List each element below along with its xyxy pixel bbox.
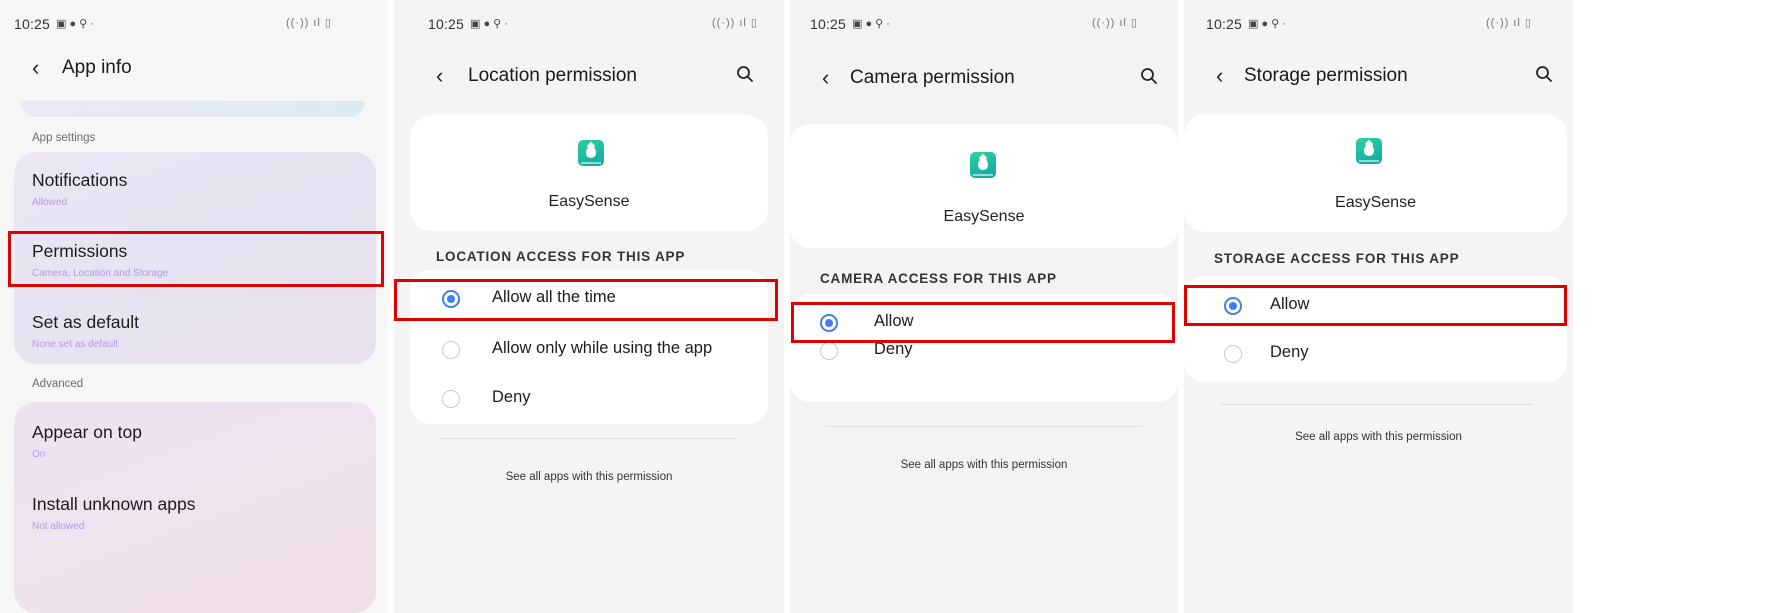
signal-icon: ((·)) ıl ▯ [1092,17,1138,29]
settings-item-notifications[interactable]: Notifications Allowed [32,170,127,208]
back-chevron-icon[interactable]: ‹ [822,64,829,92]
status-bar: 10:25 ▣ ● ⚲ · ((·)) ıl ▯ [1184,16,1573,36]
page-title: Location permission [468,65,637,86]
app-name: EasySense [548,193,630,210]
settings-item-install-unknown-apps[interactable]: Install unknown apps Not allowed [32,494,195,532]
signal-icon: ((·)) ıl ▯ [1486,17,1532,29]
item-title: Notifications [32,170,128,190]
item-title: Set as default [32,312,140,332]
see-all-apps-link[interactable]: See all apps with this permission [1184,431,1573,443]
section-app-settings: App settings [32,132,96,144]
easysense-app-icon [1356,138,1382,164]
status-notification-icons: ▣ ● ⚲ · [1248,18,1286,30]
option-label: Deny [492,388,531,406]
section-advanced: Advanced [32,378,84,390]
radio-unselected-icon[interactable] [442,341,460,359]
divider [440,438,738,439]
status-notification-icons: ▣ ● ⚲ · [470,18,508,30]
easysense-app-icon [970,152,996,178]
storage-header: ‹ Storage permission [1184,62,1573,92]
back-chevron-icon[interactable]: ‹ [1216,62,1223,90]
search-icon[interactable] [1535,65,1553,83]
option-label: Allow only while using the app [492,339,713,357]
location-header: ‹ Location permission [394,62,784,92]
settings-item-set-as-default[interactable]: Set as default None set as default [32,312,139,350]
search-icon[interactable] [1140,67,1158,85]
status-time: 10:25 [1206,16,1243,32]
option-deny[interactable]: Deny [394,384,784,414]
highlight-permissions [8,231,384,287]
item-subtitle: Allowed [32,197,68,208]
app-header-card: EasySense [1184,114,1567,232]
camera-header: ‹ Camera permission [790,64,1178,94]
app-header-card: EasySense [790,124,1178,248]
previous-card-edge [20,101,365,117]
radio-unselected-icon[interactable] [820,342,838,360]
item-subtitle: None set as default [32,339,119,350]
option-deny[interactable]: Deny [1184,339,1573,369]
signal-icon: ((·)) ıl ▯ [286,17,332,29]
status-bar: 10:25 ▣ ● ⚲ · ((·)) ıl ▯ [790,16,1178,36]
easysense-app-icon [578,140,604,166]
storage-permission-screen: 10:25 ▣ ● ⚲ · ((·)) ıl ▯ ‹ Storage permi… [1184,0,1573,613]
signal-icon: ((·)) ıl ▯ [712,17,758,29]
page-title: Camera permission [850,67,1015,88]
divider [826,426,1142,427]
access-header: STORAGE ACCESS FOR THIS APP [1214,251,1460,266]
access-header: LOCATION ACCESS FOR THIS APP [436,249,686,264]
item-subtitle: On [32,449,46,460]
location-permission-screen: 10:25 ▣ ● ⚲ · ((·)) ıl ▯ ‹ Location perm… [394,0,784,613]
radio-unselected-icon[interactable] [1224,345,1242,363]
page-title: App info [62,57,132,78]
app-header-card: EasySense [410,115,768,231]
highlight-allow-all-the-time [394,279,778,321]
back-chevron-icon[interactable]: ‹ [436,62,443,90]
search-icon[interactable] [736,65,754,83]
app-info-header: ‹ App info [0,54,388,84]
status-notification-icons: ▣ ● ⚲ · [56,18,94,30]
camera-permission-screen: 10:25 ▣ ● ⚲ · ((·)) ıl ▯ ‹ Camera permis… [790,0,1178,613]
highlight-allow [1184,285,1567,326]
option-label: Deny [1270,343,1309,361]
access-header: CAMERA ACCESS FOR THIS APP [820,271,1057,286]
status-time: 10:25 [428,16,465,32]
settings-item-appear-on-top[interactable]: Appear on top On [32,422,142,460]
highlight-allow [791,302,1175,343]
divider [1220,404,1533,405]
item-title: Install unknown apps [32,494,196,514]
status-bar: 10:25 ▣ ● ⚲ · ((·)) ıl ▯ [0,16,388,36]
back-chevron-icon[interactable]: ‹ [32,54,39,82]
option-allow-while-using[interactable]: Allow only while using the app [394,335,784,365]
page-title: Storage permission [1244,65,1408,86]
see-all-apps-link[interactable]: See all apps with this permission [394,471,784,483]
status-notification-icons: ▣ ● ⚲ · [852,18,890,30]
app-name: EasySense [943,208,1025,225]
app-name: EasySense [1335,194,1416,211]
status-time: 10:25 [810,16,847,32]
item-subtitle: Not allowed [32,521,85,532]
item-title: Appear on top [32,422,142,442]
radio-unselected-icon[interactable] [442,390,460,408]
see-all-apps-link[interactable]: See all apps with this permission [790,459,1178,471]
status-time: 10:25 [14,16,51,32]
status-bar: 10:25 ▣ ● ⚲ · ((·)) ıl ▯ [394,16,784,36]
app-info-screen: 10:25 ▣ ● ⚲ · ((·)) ıl ▯ ‹ App info App … [0,0,388,613]
